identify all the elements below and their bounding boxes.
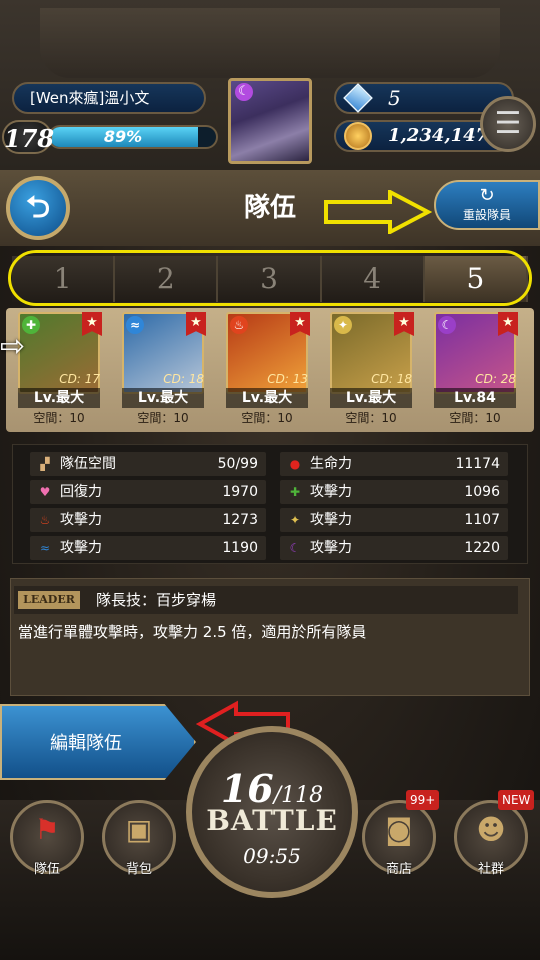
stat-row: ☾ 攻擊力 1220: [280, 536, 508, 560]
light-attribute-icon: ✦: [334, 316, 352, 334]
stat-row: ♨ 攻擊力 1273: [30, 508, 266, 532]
stat-row: ♥ 回復力 1970: [30, 480, 266, 504]
header-ornament: [40, 8, 500, 78]
stat-value: 50/99: [217, 456, 258, 472]
back-arrow-icon: ⮌: [25, 190, 51, 225]
edit-team-button[interactable]: 編輯隊伍: [0, 704, 196, 780]
stat-label: 攻擊力: [310, 484, 352, 500]
team-card[interactable]: ♨ ★ CD: 13 Lv.最大 空間：10: [222, 312, 314, 430]
water-attribute-icon: ≈: [126, 316, 144, 334]
card-cooldown: CD: 18: [371, 372, 412, 386]
app-root: [Wen來瘋]溫小文 89% 178 ☾ 5 1,234,147 ☰ ⮌ 隊伍 …: [0, 0, 540, 960]
stat-value: 11174: [455, 456, 500, 472]
stat-label: 攻擊力: [60, 512, 102, 528]
coin-icon: [344, 122, 372, 150]
nav-label: 背包: [125, 862, 152, 877]
card-space: 空間：10: [449, 411, 501, 425]
stat-value: 1096: [464, 484, 500, 500]
card-space: 空間：10: [241, 411, 293, 425]
refresh-icon: ↻: [479, 185, 495, 206]
stat-label: 攻擊力: [310, 512, 352, 528]
notification-badge: 99+: [406, 790, 440, 810]
stat-label: 隊伍空間: [60, 456, 116, 472]
team-space-icon: ▞: [40, 457, 50, 471]
fire-attribute-icon: ♨: [230, 316, 248, 334]
stat-label: 回復力: [60, 484, 102, 500]
nav-label: 商店: [385, 862, 412, 877]
backpack-icon: ▣: [125, 813, 153, 846]
card-space: 空間：10: [345, 411, 397, 425]
team-card[interactable]: ☾ ★ CD: 28 Lv.84 空間：10: [430, 312, 522, 430]
notification-badge: NEW: [498, 790, 535, 810]
leader-skill-title: 隊長技：百步穿楊: [96, 591, 217, 609]
chest-icon: ◙: [385, 813, 413, 846]
xp-percent: 89%: [103, 127, 143, 146]
menu-icon: ☰: [494, 106, 522, 141]
fire-attack-icon: ♨: [39, 513, 51, 527]
card-cooldown: CD: 17: [59, 372, 100, 386]
yellow-annotation-ring: [8, 250, 532, 306]
leader-skill-header: [14, 586, 518, 614]
page-title: 隊伍: [243, 193, 296, 223]
gem-value: 5: [388, 86, 401, 110]
nav-label: 社群: [477, 862, 504, 877]
stat-value: 1107: [464, 512, 500, 528]
card-level: Lv.最大: [226, 388, 308, 408]
leader-tag: LEADER: [18, 591, 80, 609]
light-attack-icon: ✦: [289, 513, 301, 527]
stat-row: ▞ 隊伍空間 50/99: [30, 452, 266, 476]
team-card[interactable]: ✚ ★ CD: 17 Lv.最大 空間：10: [14, 312, 106, 430]
stat-value: 1220: [464, 540, 500, 556]
dark-attack-icon: ☾: [289, 541, 301, 555]
water-attack-icon: ≈: [39, 541, 51, 555]
card-level: Lv.84: [434, 388, 516, 408]
battle-label: BATTLE: [206, 804, 338, 837]
menu-button[interactable]: ☰: [480, 96, 536, 152]
back-button[interactable]: ⮌: [6, 176, 70, 240]
stat-value: 1970: [222, 484, 258, 500]
dark-attribute-icon: ☾: [235, 83, 253, 101]
heart-icon: ♥: [39, 485, 51, 499]
card-level: Lv.最大: [122, 388, 204, 408]
flag-icon: ⚑: [34, 813, 60, 846]
dark-attribute-icon: ☾: [438, 316, 456, 334]
wood-attack-icon: ✚: [289, 485, 301, 499]
stat-row: ✚ 攻擊力 1096: [280, 480, 508, 504]
player-avatar[interactable]: ☾: [228, 78, 312, 164]
stat-label: 生命力: [310, 456, 352, 472]
player-name: [Wen來瘋]溫小文: [12, 82, 206, 114]
card-cooldown: CD: 28: [475, 372, 516, 386]
leader-skill-description: 當進行單體攻擊時，攻擊力 2.5 倍，適用於所有隊員: [18, 623, 367, 641]
card-cooldown: CD: 18: [163, 372, 204, 386]
team-card[interactable]: ≈ ★ CD: 18 Lv.最大 空間：10: [118, 312, 210, 430]
stat-row: ≈ 攻擊力 1190: [30, 536, 266, 560]
stat-row: ✦ 攻擊力 1107: [280, 508, 508, 532]
stamina-timer: 09:55: [243, 844, 301, 868]
coin-value: 1,234,147: [388, 125, 484, 146]
player-level: 178: [2, 120, 54, 154]
stat-row: ● 生命力 11174: [280, 452, 508, 476]
team-card[interactable]: ✦ ★ CD: 18 Lv.最大 空間：10: [326, 312, 418, 430]
reset-team-button[interactable]: ↻ 重設隊員: [434, 180, 540, 230]
stat-value: 1190: [222, 540, 258, 556]
stat-label: 攻擊力: [310, 540, 352, 556]
yellow-annotation-arrow: [324, 190, 432, 234]
reset-team-label: 重設隊員: [462, 208, 511, 222]
white-annotation-arrow: ⇨: [0, 329, 26, 364]
card-level: Lv.最大: [330, 388, 412, 408]
nav-label: 隊伍: [33, 862, 60, 877]
people-icon: ☻: [476, 813, 506, 846]
card-space: 空間：10: [33, 411, 85, 425]
card-cooldown: CD: 13: [267, 372, 308, 386]
card-level: Lv.最大: [18, 388, 100, 408]
stat-value: 1273: [222, 512, 258, 528]
hp-icon: ●: [289, 457, 301, 471]
card-space: 空間：10: [137, 411, 189, 425]
stat-label: 攻擊力: [60, 540, 102, 556]
